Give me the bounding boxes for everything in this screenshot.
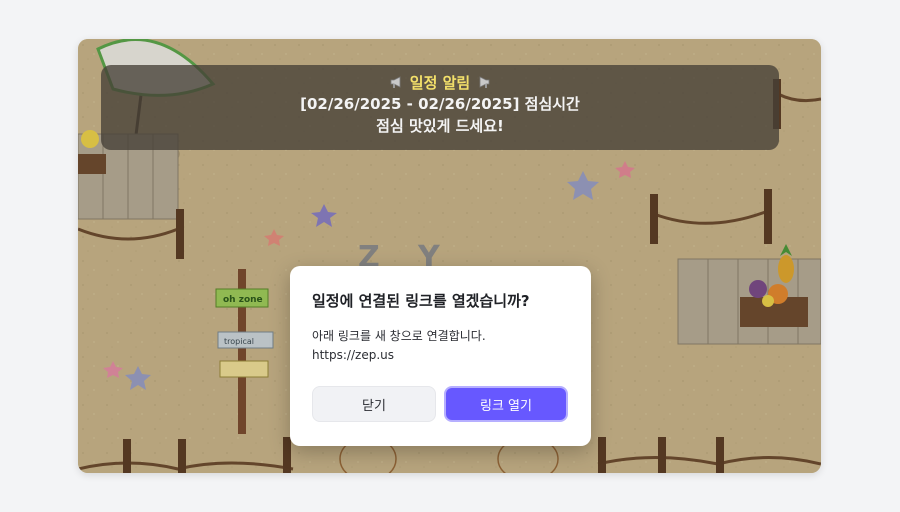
open-link-button[interactable]: 링크 열기	[444, 386, 568, 422]
open-link-dialog: 일정에 연결된 링크를 열겠습니까? 아래 링크를 새 창으로 연결합니다. h…	[290, 266, 591, 446]
megaphone-icon	[390, 76, 400, 88]
schedule-notice-banner: 일정 알림 [02/26/2025 - 02/26/2025] 점심시간 점심 …	[101, 65, 779, 150]
close-button[interactable]: 닫기	[312, 386, 436, 422]
dialog-message: 아래 링크를 새 창으로 연결합니다.	[312, 329, 486, 343]
megaphone-icon	[480, 76, 490, 88]
notice-message: 점심 맛있게 드세요!	[376, 117, 504, 135]
dialog-title: 일정에 연결된 링크를 열겠습니까?	[312, 292, 530, 310]
dialog-url: https://zep.us	[312, 348, 394, 362]
dialog-body: 아래 링크를 새 창으로 연결합니다. https://zep.us	[312, 327, 486, 365]
notice-title: 일정 알림	[409, 74, 471, 92]
notice-schedule-range: [02/26/2025 - 02/26/2025] 점심시간	[300, 95, 580, 113]
